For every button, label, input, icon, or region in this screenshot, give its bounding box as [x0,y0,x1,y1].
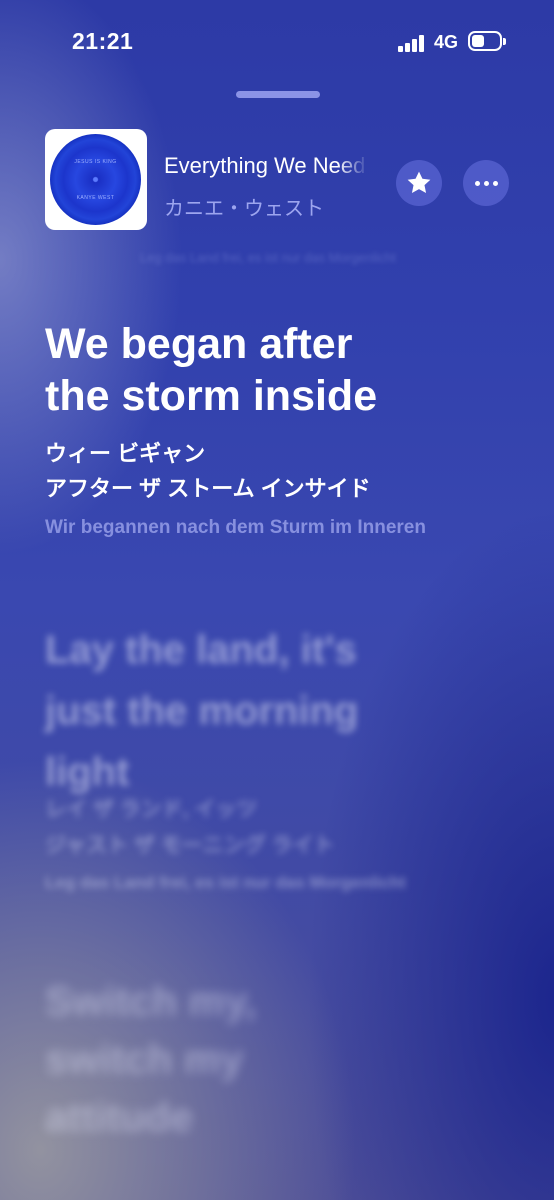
previous-lyric-ghost: Leg das Land frei, es ist nur das Morgen… [140,250,396,265]
next-lyric-kana: レイ ザ ランド, イッツ ジャスト ザ モーニング ライト [45,798,335,857]
ellipsis-icon [474,180,498,186]
cellular-signal-icon [398,34,428,52]
sheet-grabber-handle[interactable] [236,91,320,98]
favorite-button[interactable] [396,160,442,206]
battery-icon [468,31,506,51]
status-time: 21:21 [72,28,134,54]
track-artist[interactable]: カニエ・ウェスト [164,192,324,221]
following-lyric[interactable]: Switch my, switch my attitude [45,972,256,1146]
star-icon [407,171,431,194]
album-art[interactable]: JESUS IS KING KANYE WEST [45,129,147,230]
album-art-title: JESUS IS KING [74,159,117,165]
album-art-artist: KANYE WEST [76,195,115,201]
next-lyric[interactable]: Lay the land, it's just the morning light [45,620,358,803]
network-type: 4G [434,32,459,52]
next-lyric-translation: Leg das Land frei, es ist nur das Morgen… [45,873,406,892]
status-bar: 21:21 4G [0,0,554,84]
vinyl-disc-image: JESUS IS KING KANYE WEST [50,134,141,225]
current-lyric[interactable]: We began after the storm inside [45,318,377,422]
current-lyric-translation: Wir begannen nach dem Sturm im Inneren [45,517,426,538]
track-title[interactable]: Everything We Need [164,153,368,179]
current-lyric-kana: ウィー ビギャン アフター ザ ストーム インサイド [45,441,371,501]
more-options-button[interactable] [463,160,509,206]
